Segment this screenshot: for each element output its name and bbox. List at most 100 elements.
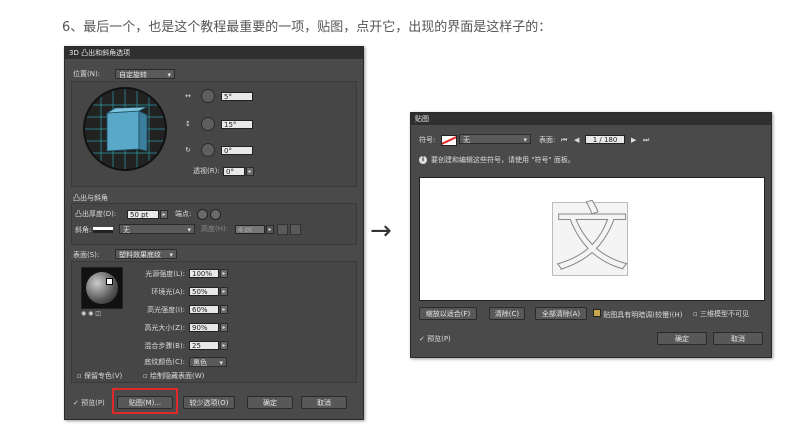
- y-axis-icon: ↕: [185, 120, 191, 128]
- preserve-spot-checkbox[interactable]: ▫ 保留专色(V): [77, 371, 122, 381]
- checkbox-icon: ▫: [143, 372, 150, 380]
- cap-off-button[interactable]: [210, 209, 221, 220]
- shade-color-label: 底纹颜色(C):: [144, 358, 185, 366]
- bevel-label: 斜角:: [75, 226, 92, 234]
- cancel-button[interactable]: 取消: [713, 332, 763, 345]
- symbol-dropdown[interactable]: 无 ▾: [459, 134, 531, 144]
- extrude-section-title: 凸出与斜角: [73, 194, 108, 202]
- chevron-down-icon: ▾: [219, 359, 223, 367]
- cap-label: 端点:: [175, 210, 192, 218]
- x-rotation-knob[interactable]: [201, 89, 215, 103]
- scale-to-fit-button[interactable]: 缩放以适合(F): [419, 307, 477, 320]
- highlight-intensity-field[interactable]: 60%: [189, 305, 219, 314]
- surface-value: 塑料效果底纹: [119, 251, 161, 259]
- preview-glyph: 文: [555, 195, 630, 282]
- cap-on-button[interactable]: [197, 209, 208, 220]
- light-sphere: [86, 272, 118, 304]
- cancel-button[interactable]: 取消: [301, 396, 347, 409]
- map-button-highlight: [112, 388, 178, 414]
- checkbox-icon: [593, 309, 601, 317]
- arrow-icon: →: [370, 216, 392, 246]
- highlight-size-arrow[interactable]: ▸: [220, 323, 228, 332]
- depth-label: 凸出厚度(D):: [75, 210, 117, 218]
- z-rotation-field[interactable]: 0°: [221, 146, 253, 155]
- rotation-cube-graphic: [85, 89, 165, 169]
- perspective-dropdown-arrow[interactable]: ▸: [246, 167, 254, 176]
- z-rotation-knob[interactable]: [201, 143, 215, 157]
- light-source-handle[interactable]: [106, 278, 113, 285]
- surface-label: 表面(S):: [73, 251, 100, 259]
- clear-all-button[interactable]: 全部清除(A): [535, 307, 587, 320]
- extrude-bevel-dialog: 3D 凸出和斜角选项 位置(N): 自定旋转 ▾ ↔ 5° ↕ 15° ↻ 0°…: [64, 46, 364, 420]
- info-message: 要创建和编辑这些符号，请使用 "符号" 面板。: [431, 156, 575, 164]
- next-surface-button[interactable]: ▶: [631, 135, 636, 145]
- depth-dropdown-arrow[interactable]: ▸: [160, 210, 168, 219]
- y-rotation-field[interactable]: 15°: [221, 120, 253, 129]
- blend-steps-arrow[interactable]: ▸: [220, 341, 228, 350]
- chevron-down-icon: ▾: [187, 226, 191, 234]
- draw-hidden-label: 绘制隐藏表面(W): [149, 372, 205, 380]
- preview-checkbox[interactable]: ✓ 预览(P): [419, 334, 451, 344]
- ambient-light-field[interactable]: 50%: [189, 287, 219, 296]
- height-field[interactable]: 4 pt: [235, 225, 265, 234]
- ambient-light-arrow[interactable]: ▸: [220, 287, 228, 296]
- highlight-size-field[interactable]: 90%: [189, 323, 219, 332]
- preserve-spot-label: 保留专色(V): [83, 372, 123, 380]
- map-art-dialog: 贴图 符号: 无 ▾ 表面: ⏮ ◀ 1 / 180 ▶ ⏭ i 要创建和编辑这…: [410, 112, 772, 358]
- symbol-label: 符号:: [419, 136, 436, 144]
- checkbox-icon: ▫: [77, 372, 84, 380]
- light-control-icons[interactable]: ◉ ◉ ◫: [81, 309, 101, 319]
- position-label: 位置(N):: [73, 70, 101, 78]
- last-surface-button[interactable]: ⏭: [643, 135, 649, 145]
- perspective-field[interactable]: 0°: [223, 167, 245, 176]
- fewer-options-button[interactable]: 较少选项(O): [183, 396, 235, 409]
- chevron-down-icon: ▾: [167, 71, 171, 79]
- height-label: 高度(H):: [201, 225, 229, 233]
- surface-dropdown[interactable]: 塑料效果底纹 ▾: [115, 249, 177, 259]
- position-value: 自定旋转: [119, 71, 147, 79]
- light-intensity-label: 光源强度(L):: [145, 270, 185, 278]
- ok-button[interactable]: 确定: [657, 332, 707, 345]
- shade-color-dropdown[interactable]: 黑色 ▾: [189, 357, 227, 367]
- shade-artwork-checkbox[interactable]: 贴图具有明暗调(较慢)(H): [593, 309, 682, 320]
- preview-checkbox[interactable]: ✓ 预览(P): [73, 398, 105, 408]
- none-slash-icon: [442, 136, 456, 145]
- symbol-value: 无: [463, 136, 470, 144]
- light-intensity-arrow[interactable]: ▸: [220, 269, 228, 278]
- bevel-out-button[interactable]: [277, 224, 288, 235]
- rotation-track-cube[interactable]: [83, 87, 167, 171]
- light-preview-box[interactable]: [81, 267, 123, 309]
- y-rotation-knob[interactable]: [201, 117, 215, 131]
- shade-color-value: 黑色: [193, 359, 207, 367]
- first-surface-button[interactable]: ⏮: [561, 135, 567, 145]
- x-axis-icon: ↔: [185, 92, 191, 100]
- surface-label: 表面:: [539, 136, 556, 144]
- height-dropdown-arrow[interactable]: ▸: [266, 225, 274, 234]
- depth-field[interactable]: 50 pt: [127, 210, 159, 219]
- surface-number-field[interactable]: 1 / 180: [585, 135, 625, 144]
- map-preview-canvas[interactable]: 文: [419, 177, 765, 301]
- prev-surface-button[interactable]: ◀: [574, 135, 579, 145]
- highlight-intensity-label: 高光强度(I):: [147, 306, 185, 314]
- dialog-title: 贴图: [411, 113, 771, 125]
- highlight-intensity-arrow[interactable]: ▸: [220, 305, 228, 314]
- checkbox-icon: ▫: [693, 310, 700, 318]
- chevron-down-icon: ▾: [169, 251, 173, 259]
- bevel-in-button[interactable]: [290, 224, 301, 235]
- blend-steps-label: 混合步骤(B):: [144, 342, 185, 350]
- ok-button[interactable]: 确定: [247, 396, 293, 409]
- perspective-label: 透视(R):: [193, 167, 220, 175]
- draw-hidden-checkbox[interactable]: ▫ 绘制隐藏表面(W): [143, 371, 204, 381]
- highlight-size-label: 高光大小(Z):: [144, 324, 185, 332]
- blend-steps-field[interactable]: 25: [189, 341, 219, 350]
- position-dropdown[interactable]: 自定旋转 ▾: [115, 69, 175, 79]
- bevel-preview-icon: [93, 227, 113, 233]
- clear-button[interactable]: 清除(C): [489, 307, 525, 320]
- light-intensity-field[interactable]: 100%: [189, 269, 219, 278]
- bevel-dropdown[interactable]: 无 ▾: [119, 224, 195, 234]
- z-axis-icon: ↻: [185, 146, 191, 154]
- invisible-geometry-checkbox[interactable]: ▫ 三维模型不可见: [693, 309, 749, 319]
- ambient-light-label: 环境光(A):: [151, 288, 185, 296]
- x-rotation-field[interactable]: 5°: [221, 92, 253, 101]
- chevron-down-icon: ▾: [523, 136, 527, 144]
